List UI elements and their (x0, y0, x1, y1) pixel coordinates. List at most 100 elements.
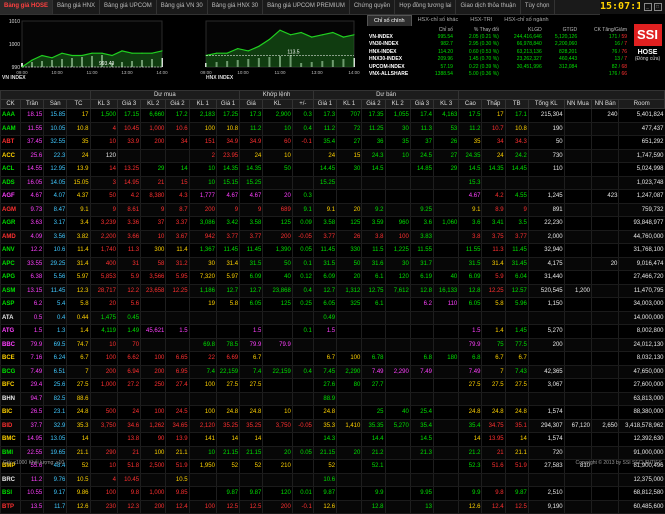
board-row[interactable]: BHN 94.7 82.5 88.6 88.9 63,813,000 (0, 392, 665, 406)
board-row[interactable]: ACC 25.6 22.3 24 120 2 23.95 24 10 24 15 24.3 10 24.5… (0, 149, 665, 163)
board-row[interactable]: BCE 7.16 6.24 6.7 100 6.62 100 6.65 22 6.69 6.7 6.7… (0, 351, 665, 366)
col-header-20[interactable]: Thấp (481, 99, 506, 109)
col-header-24[interactable]: NN Bán (591, 99, 620, 109)
market-tab-2[interactable]: HSX-TRI (464, 15, 498, 25)
board-row[interactable]: ASP 6.2 5.4 5.8 20 5.6 19 5.8 6.05 125 0.25 6.05 325… (0, 297, 665, 312)
cell-14: 330 (336, 243, 362, 258)
col-header-6[interactable]: KL 2 (140, 99, 167, 109)
tab-9[interactable]: Tùy chọn (521, 0, 555, 14)
board-row[interactable]: AGF 4.67 4.07 4.37 50 4.2 8,380 4.3 1,777 4.67 4.6… (0, 189, 665, 204)
board-row[interactable]: ADS 16.05 14.05 15.05 3 14.95 21 15 10 15.15 15.25… (0, 176, 665, 190)
market-tab-3[interactable]: HSX-chỉ số ngành (498, 15, 554, 25)
col-header-23[interactable]: NN Mua (563, 99, 593, 109)
tab-4[interactable]: Bảng giá HNX 30 (208, 0, 264, 14)
col-header-0[interactable]: CK (0, 99, 22, 109)
col-header-3[interactable]: TC (66, 99, 91, 109)
tab-5[interactable]: Bảng giá UPCOM PREMIUM (263, 0, 350, 14)
cell-9: 6.69 (215, 351, 240, 366)
cell-1: 3.63 (20, 216, 44, 231)
index-row[interactable]: HNX-INDEX 114.20 0.60 (0.53 %) 63,213,136 82… (367, 48, 629, 56)
board-row[interactable]: AGR 3.63 3.17 3.4 3,239 3.36 37 3.37 3,086 3.42 3.… (0, 216, 665, 231)
maximize-icon[interactable]: □ (653, 3, 662, 11)
index-row[interactable]: UPCOM-INDEX 57.19 0.22 (0.39 %) 30,451,996 3… (367, 63, 629, 71)
tab-1[interactable]: Bảng giá HNX (53, 0, 101, 14)
cell-21 (504, 392, 529, 406)
board-row[interactable]: BFC 29.4 25.6 27.5 1,000 27.2 250 27.4 100 27.5 27… (0, 378, 665, 393)
cell-14 (336, 324, 362, 339)
col-header-11[interactable]: KL (262, 99, 293, 109)
col-header-18[interactable]: KL 3 (432, 99, 460, 109)
board-row[interactable]: ABT 37.45 32.55 35 10 33.9 200 34 151 34.9 34.9 60-… (0, 135, 665, 150)
board-row[interactable]: APG 6.38 5.56 5.97 5,853 5.9 3,566 5.95 7,320 5.9… (0, 270, 665, 285)
col-header-2[interactable]: Sàn (43, 99, 68, 109)
col-header-16[interactable]: KL 2 (384, 99, 411, 109)
col-header-25[interactable]: Room (618, 99, 665, 109)
minimize-icon[interactable]: _ (643, 3, 652, 11)
col-header-4[interactable]: KL 3 (89, 99, 118, 109)
col-header-13[interactable]: Giá 1 (312, 99, 338, 109)
col-header-17[interactable]: Giá 3 (409, 99, 434, 109)
cell-12: 0.4 (291, 122, 314, 136)
board-row[interactable]: AGM 9.73 8.47 9.1 9 8.61 9 8.7 200 9 9 689 9.1 9.1 20 9… (0, 203, 665, 217)
board-row[interactable]: BCG 7.49 6.51 7 200 6.94 200 6.95 7.4 22,159 7.4 22… (0, 365, 665, 379)
tab-2[interactable]: Bảng giá UPCOM (100, 0, 157, 14)
cell-20: 3.41 (481, 216, 506, 231)
tab-6[interactable]: Chứng quyền (350, 0, 396, 14)
board-row[interactable]: ANV 12.2 10.6 11.4 1,740 11.3 300 11.4 1,367 11.4… (0, 243, 665, 258)
board-row[interactable]: AMD 4.09 3.56 3.82 2,200 3.66 10 3.67 942 3.77 3.7… (0, 230, 665, 244)
tab-3[interactable]: Bảng giá VN 30 (157, 0, 208, 14)
col-header-7[interactable]: Giá 2 (165, 99, 190, 109)
tab-0[interactable]: Bảng giá HOSE (0, 0, 54, 14)
col-header-9[interactable]: Giá 1 (215, 99, 241, 109)
down-count: 68 (621, 63, 627, 70)
col-header-21[interactable]: TB (504, 99, 529, 109)
tab-8[interactable]: Giao dịch thỏa thuận (456, 0, 521, 14)
board-row[interactable]: ACL 14.55 12.95 13.9 14 13.25 29 14 10 14.35 14.35… (0, 162, 665, 177)
board-row[interactable]: BSI 10.55 9.17 9.86 100 9.8 1,000 9.85 9.87 9.87 1… (0, 486, 665, 501)
cell-2: 8.47 (43, 203, 67, 217)
board-row[interactable]: BID 37.7 32.9 35.3 3,750 34.6 1,262 34.65 2,120 3… (0, 419, 665, 433)
tab-7[interactable]: Hợp đồng tương lai (395, 0, 457, 14)
col-header-22[interactable]: Tổng KL (527, 99, 565, 109)
board-row[interactable]: ATG 1.5 1.3 1.4 4,119 1.49 45,621 1.5 1.5 0.1 1.5 1… (0, 324, 665, 339)
board-row[interactable]: ASM 13.15 11.45 12.3 28,717 12.2 23,658 12.25 1,… (0, 284, 665, 298)
cell-13: 15.25 (312, 176, 337, 190)
index-row[interactable]: VN30-INDEX 982.7 2.95 (0.30 %) 66,978,840 2,… (367, 41, 629, 49)
col-header-1[interactable]: Trần (20, 99, 45, 109)
cell-15 (361, 189, 386, 204)
col-header-5[interactable]: Giá 3 (116, 99, 142, 109)
col-header-10[interactable]: Giá (239, 99, 264, 109)
cell-6: 6,660 (140, 108, 166, 123)
board-row[interactable]: ATA 0.5 0.4 0.44 1,475 0.45 0.49 14,000,000 (0, 311, 665, 325)
cell-12: 0.4 (291, 365, 314, 379)
cell-19: 79.9 (458, 338, 482, 352)
index-row[interactable]: HNX30-INDEX 209.96 1.45 (0.70 %) 23,262,327… (367, 56, 629, 64)
col-header-15[interactable]: Giá 2 (361, 99, 386, 109)
market-tab-1[interactable]: HSX-chỉ số khác (412, 15, 465, 25)
cell-0: AGF (0, 189, 21, 204)
col-header-12[interactable]: +/- (291, 99, 314, 109)
cell-18: 26 (432, 135, 459, 150)
board-row[interactable]: BTP 13.5 11.7 12.6 230 12.3 200 12.4 100 12.5 12.5… (0, 500, 665, 514)
board-row[interactable]: BMC 14.95 13.05 14 13.8 90 13.9 141 14 14 14.3 14.4… (0, 432, 665, 447)
board-row[interactable]: BRC 11.2 9.76 10.5 4 10.45 10.5 10.6 12,375,000 (0, 473, 665, 487)
cell-23 (563, 162, 592, 177)
cell-4: 500 (89, 405, 118, 420)
col-header-8[interactable]: KL 1 (188, 99, 217, 109)
board-row[interactable]: BIC 26.5 23.1 24.8 500 24 100 24.5 100 24.8 24.8 10… (0, 405, 665, 420)
index-row[interactable]: VN-INDEX 995.54 2.05 (0.21 %) 244,416,646 5,… (367, 33, 629, 41)
cell-21: 10.8 (504, 122, 529, 136)
col-header-19[interactable]: Cao (458, 99, 483, 109)
cell-16: 5,270 (384, 419, 411, 433)
index-row[interactable]: VNX-ALLSHARE 1388.54 5.00 (0.36 %) 176 / 66 (367, 71, 629, 79)
board-column-header: CK Trần Sàn TC KL 3 Giá 3 KL 2 Giá 2 KL 1 Giá 1 Gi… (0, 99, 665, 109)
board-row[interactable]: AAA 18.15 15.85 17 1,500 17.15 6,660 17.2 2,183 1… (0, 108, 665, 123)
cell-13: 35.4 (312, 135, 337, 150)
cell-14: 325 (336, 297, 362, 312)
board-row[interactable]: APC 33.55 29.25 31.4 400 31 58 31.2 30 31.4 31.5 50… (0, 257, 665, 271)
board-row[interactable]: AAM 11.55 10.05 10.8 4 10.45 1,000 10.6 100 10.8 1… (0, 122, 665, 136)
board-row[interactable]: BBC 79.9 69.5 74.7 10 70 69.8 78.5 79.9 79.9 79.9 7… (0, 338, 665, 352)
col-header-14[interactable]: KL 1 (336, 99, 363, 109)
market-tab-0[interactable]: Chỉ số chính (367, 15, 412, 26)
cell-2: 3.56 (43, 230, 67, 244)
